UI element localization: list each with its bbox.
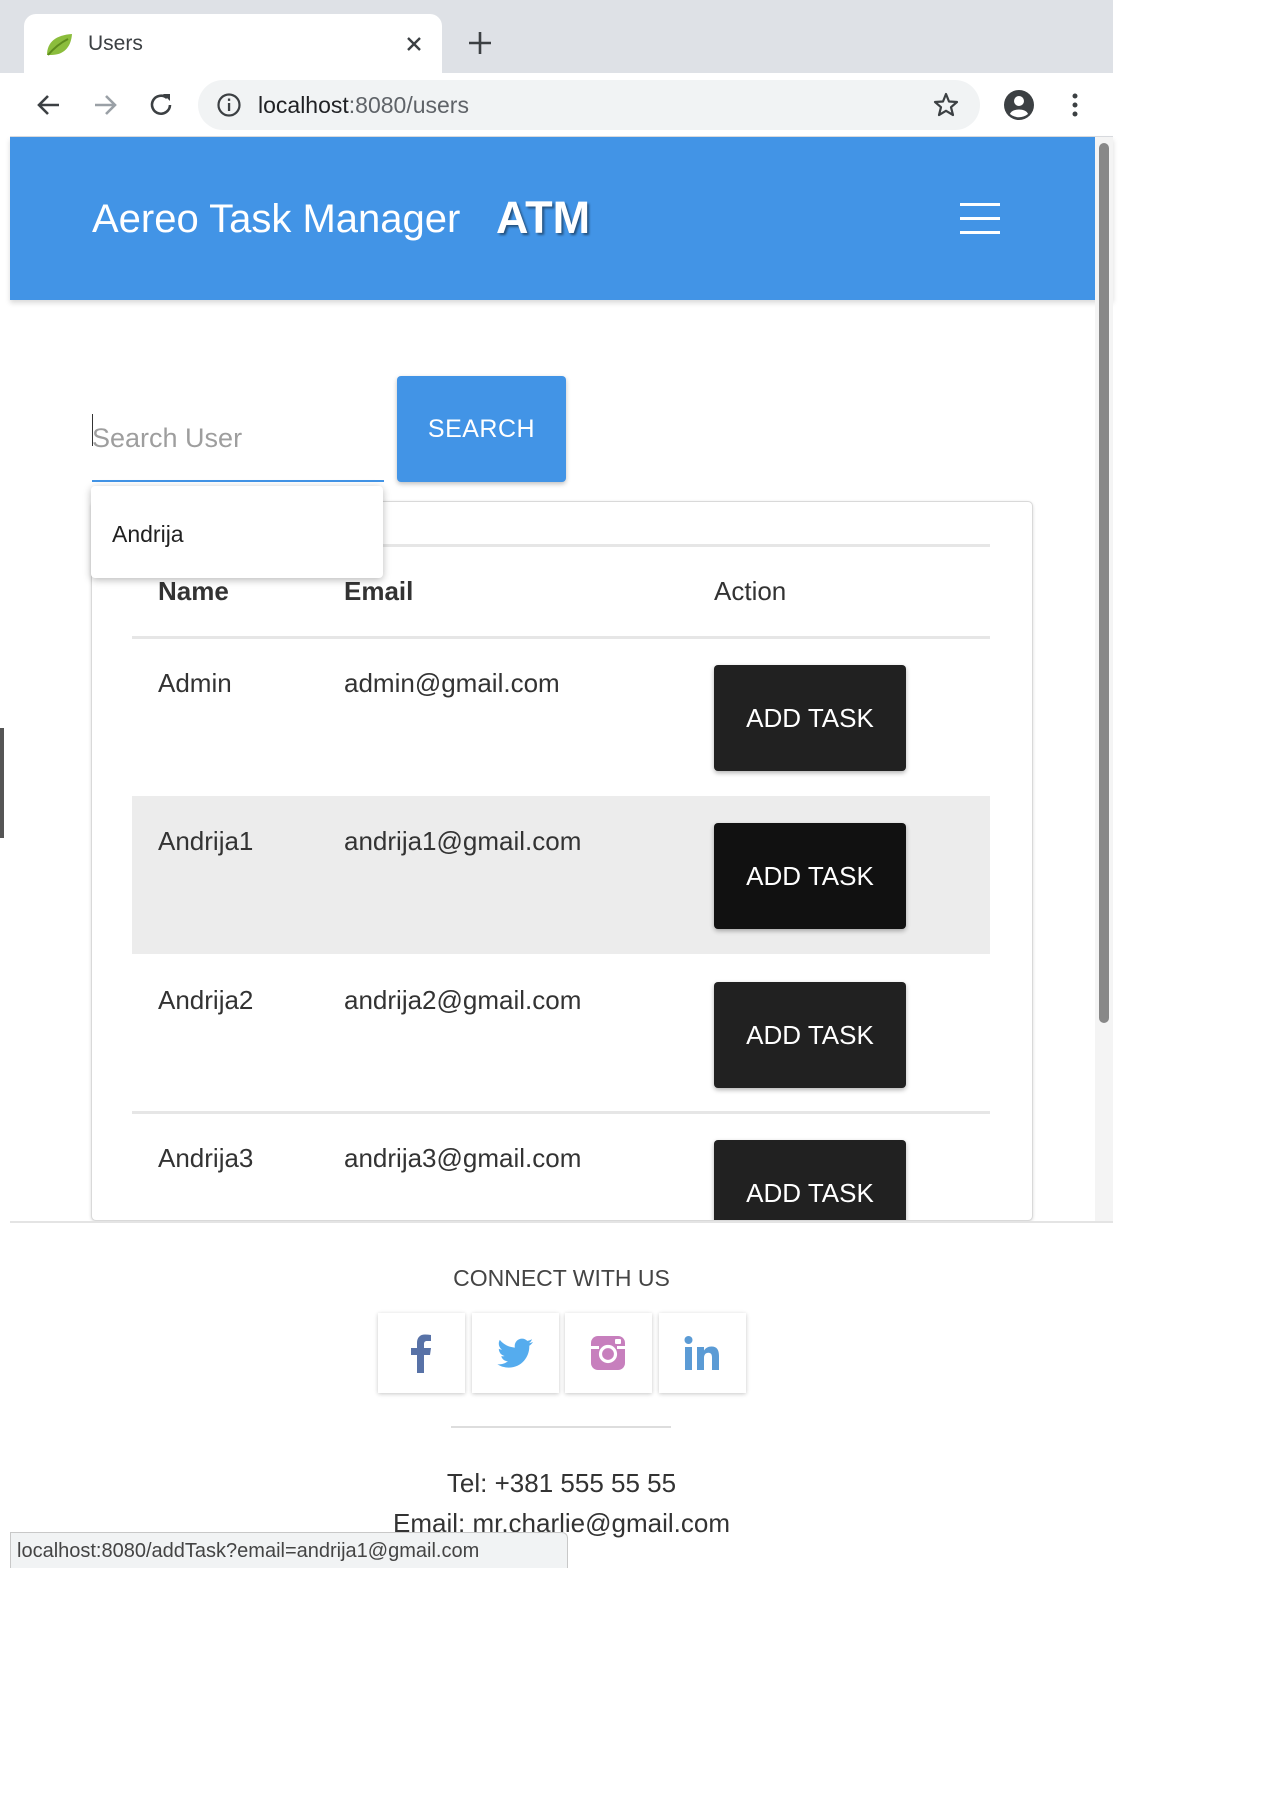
spring-leaf-icon <box>47 34 72 56</box>
column-header-name: Name <box>158 576 229 606</box>
tab-title: Users <box>88 32 143 55</box>
search-autocomplete-dropdown: Andrija <box>91 486 383 578</box>
browser-tab[interactable]: Users <box>24 14 442 74</box>
close-tab-icon[interactable] <box>400 30 428 58</box>
footer-telephone: Tel: +381 555 55 55 <box>446 1468 677 1498</box>
user-name: Andrija2 <box>158 985 254 1015</box>
add-task-button[interactable]: ADD TASK <box>714 665 906 771</box>
back-icon[interactable] <box>34 90 64 120</box>
search-field <box>92 396 384 484</box>
add-task-button[interactable]: ADD TASK <box>714 1140 906 1220</box>
info-icon[interactable] <box>216 92 242 118</box>
facebook-icon <box>411 1334 431 1373</box>
footer: CONNECT WITH US Tel: +381 555 55 55 Emai… <box>10 1221 1113 1568</box>
table-row: Andrija1 andrija1@gmail.com ADD TASK <box>132 796 990 954</box>
browser-toolbar: localhost:8080/users <box>10 73 1113 137</box>
user-email: andrija1@gmail.com <box>344 826 582 856</box>
column-header-action: Action <box>714 576 787 606</box>
column-header-email: Email <box>344 576 414 606</box>
table-row: Andrija3 andrija3@gmail.com ADD TASK <box>132 1113 990 1220</box>
bookmark-star-icon[interactable] <box>932 91 960 119</box>
user-email: andrija3@gmail.com <box>344 1143 582 1173</box>
brand-title[interactable]: Aereo Task Manager <box>92 197 460 242</box>
users-table-card: Name Email Action Admin admin@gmail.com … <box>91 501 1033 1221</box>
table-row: Andrija2 andrija2@gmail.com ADD TASK <box>132 955 990 1113</box>
linkedin-icon <box>684 1336 719 1370</box>
navbar: Aereo Task Manager ATM <box>10 137 1113 300</box>
hamburger-menu-icon[interactable] <box>960 203 1000 235</box>
instagram-button[interactable] <box>565 1313 652 1393</box>
twitter-icon <box>497 1338 533 1368</box>
status-url: localhost:8080/addTask?email=andrija1@gm… <box>17 1540 480 1562</box>
address-bar[interactable]: localhost:8080/users <box>198 80 980 130</box>
user-name: Andrija3 <box>158 1143 254 1173</box>
table-row: Admin admin@gmail.com ADD TASK <box>132 638 990 796</box>
instagram-icon <box>591 1336 625 1370</box>
more-menu-icon[interactable] <box>1060 90 1090 120</box>
add-task-button[interactable]: ADD TASK <box>714 982 906 1088</box>
linkedin-button[interactable] <box>659 1313 746 1393</box>
profile-icon[interactable] <box>1003 89 1035 121</box>
text-caret <box>92 414 93 446</box>
autocomplete-suggestion[interactable]: Andrija <box>112 521 184 548</box>
user-email: admin@gmail.com <box>344 668 560 698</box>
left-edge-marker <box>0 728 4 838</box>
brand-logo-text[interactable]: ATM <box>496 192 590 244</box>
browser-tabstrip: Users <box>0 0 1113 74</box>
search-button[interactable]: SEARCH <box>397 376 566 482</box>
footer-divider <box>451 1426 671 1428</box>
scrollbar-thumb[interactable] <box>1099 143 1109 1023</box>
page-scrollbar[interactable] <box>1095 137 1113 1222</box>
user-name: Andrija1 <box>158 826 254 856</box>
facebook-button[interactable] <box>378 1313 465 1393</box>
new-tab-icon[interactable] <box>466 29 494 57</box>
link-status-bar: localhost:8080/addTask?email=andrija1@gm… <box>10 1532 568 1568</box>
search-user-input[interactable] <box>92 396 384 482</box>
forward-icon[interactable] <box>90 90 120 120</box>
url-text: localhost:8080/users <box>258 92 469 118</box>
connect-heading: CONNECT WITH US <box>453 1265 670 1291</box>
add-task-button[interactable]: ADD TASK <box>714 823 906 929</box>
user-email: andrija2@gmail.com <box>344 985 582 1015</box>
reload-icon[interactable] <box>146 90 176 120</box>
twitter-button[interactable] <box>472 1313 559 1393</box>
user-name: Admin <box>158 668 232 698</box>
